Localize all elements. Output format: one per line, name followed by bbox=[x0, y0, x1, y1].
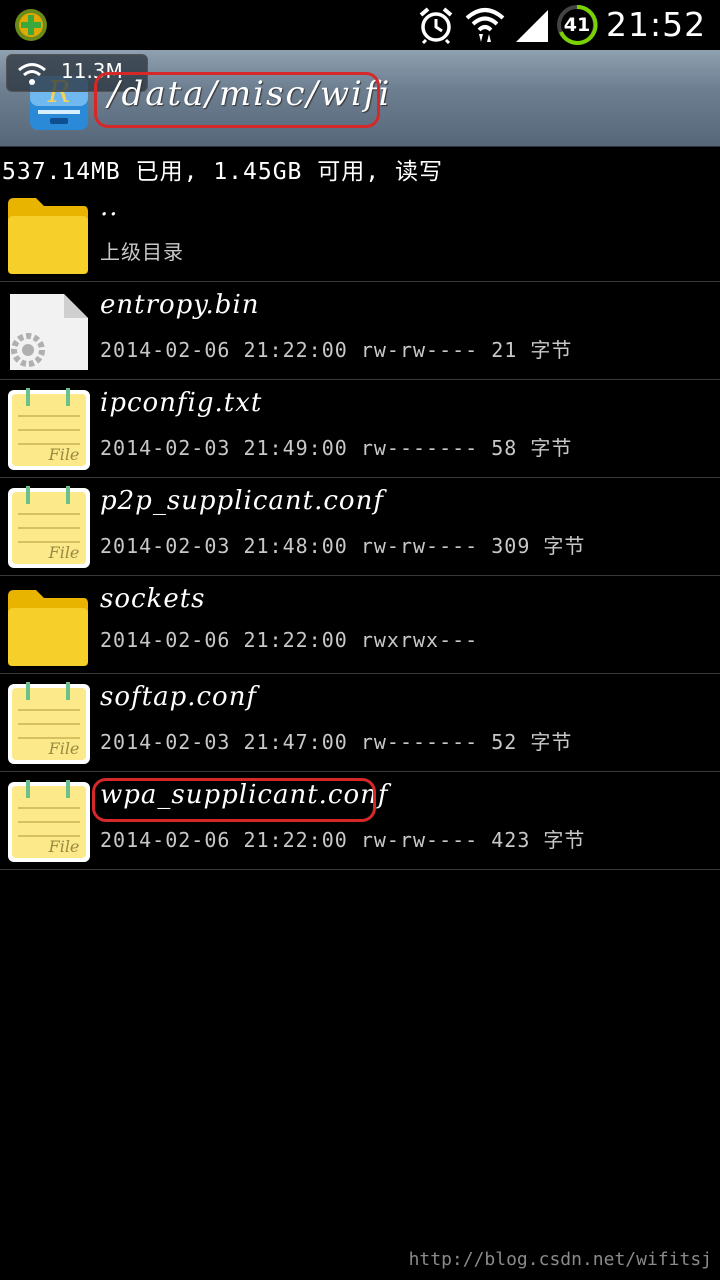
app-notification-icon bbox=[15, 9, 47, 41]
status-clock: 21:52 bbox=[606, 5, 707, 44]
file-meta: 2014-02-06 21:22:00 rw-rw---- 423 字节 bbox=[100, 828, 586, 852]
text-file-icon: File bbox=[8, 780, 90, 862]
file-meta: 2014-02-03 21:49:00 rw------- 58 字节 bbox=[100, 436, 573, 460]
file-row-p2p-supplicant[interactable]: File p2p_supplicant.conf 2014-02-03 21:4… bbox=[0, 478, 720, 576]
signal-icon bbox=[516, 10, 548, 42]
binary-file-icon bbox=[10, 294, 88, 370]
path-highlight-annotation bbox=[94, 72, 380, 128]
file-row-parent[interactable]: .. 上级目录 bbox=[0, 184, 720, 282]
file-name: sockets bbox=[100, 584, 206, 614]
file-row-softap[interactable]: File softap.conf 2014-02-03 21:47:00 rw-… bbox=[0, 674, 720, 772]
alarm-icon bbox=[419, 7, 453, 44]
file-row-entropy[interactable]: entropy.bin 2014-02-06 21:22:00 rw-rw---… bbox=[0, 282, 720, 380]
title-bar: R 11.3M /data/misc/wifi bbox=[0, 50, 720, 147]
storage-info: 537.14MB 已用, 1.45GB 可用, 读写 bbox=[2, 159, 443, 185]
file-row-ipconfig[interactable]: File ipconfig.txt 2014-02-03 21:49:00 rw… bbox=[0, 380, 720, 478]
svg-text:File: File bbox=[48, 445, 80, 464]
folder-icon bbox=[8, 590, 88, 666]
file-name: .. bbox=[100, 192, 119, 222]
filename-highlight-annotation bbox=[92, 778, 376, 822]
watermark: http://blog.csdn.net/wifitsj bbox=[408, 1249, 712, 1270]
file-row-sockets[interactable]: sockets 2014-02-06 21:22:00 rwxrwx--- bbox=[0, 576, 720, 674]
file-meta: 2014-02-06 21:22:00 rw-rw---- 21 字节 bbox=[100, 338, 573, 362]
text-file-icon: File bbox=[8, 486, 90, 568]
file-row-wpa-supplicant[interactable]: File wpa_supplicant.conf 2014-02-06 21:2… bbox=[0, 772, 720, 870]
text-file-icon: File bbox=[8, 388, 90, 470]
wifi-icon bbox=[18, 63, 46, 85]
file-name: ipconfig.txt bbox=[100, 388, 263, 418]
file-meta: 2014-02-06 21:22:00 rwxrwx--- bbox=[100, 628, 479, 652]
file-list: .. 上级目录 entropy.bin 2014-02-06 21:22:00 … bbox=[0, 184, 720, 870]
wifi-icon bbox=[465, 8, 505, 42]
file-name: entropy.bin bbox=[100, 290, 260, 320]
file-name: softap.conf bbox=[100, 682, 258, 712]
file-meta: 上级目录 bbox=[100, 240, 184, 264]
svg-text:File: File bbox=[48, 543, 80, 562]
file-meta: 2014-02-03 21:47:00 rw------- 52 字节 bbox=[100, 730, 573, 754]
folder-icon bbox=[8, 198, 88, 274]
battery-level: 41 bbox=[563, 14, 591, 36]
file-name: p2p_supplicant.conf bbox=[100, 486, 384, 516]
file-meta: 2014-02-03 21:48:00 rw-rw---- 309 字节 bbox=[100, 534, 586, 558]
text-file-icon: File bbox=[8, 682, 90, 764]
svg-text:File: File bbox=[48, 837, 80, 856]
svg-text:File: File bbox=[48, 739, 80, 758]
status-bar: 41 21:52 bbox=[0, 0, 720, 50]
